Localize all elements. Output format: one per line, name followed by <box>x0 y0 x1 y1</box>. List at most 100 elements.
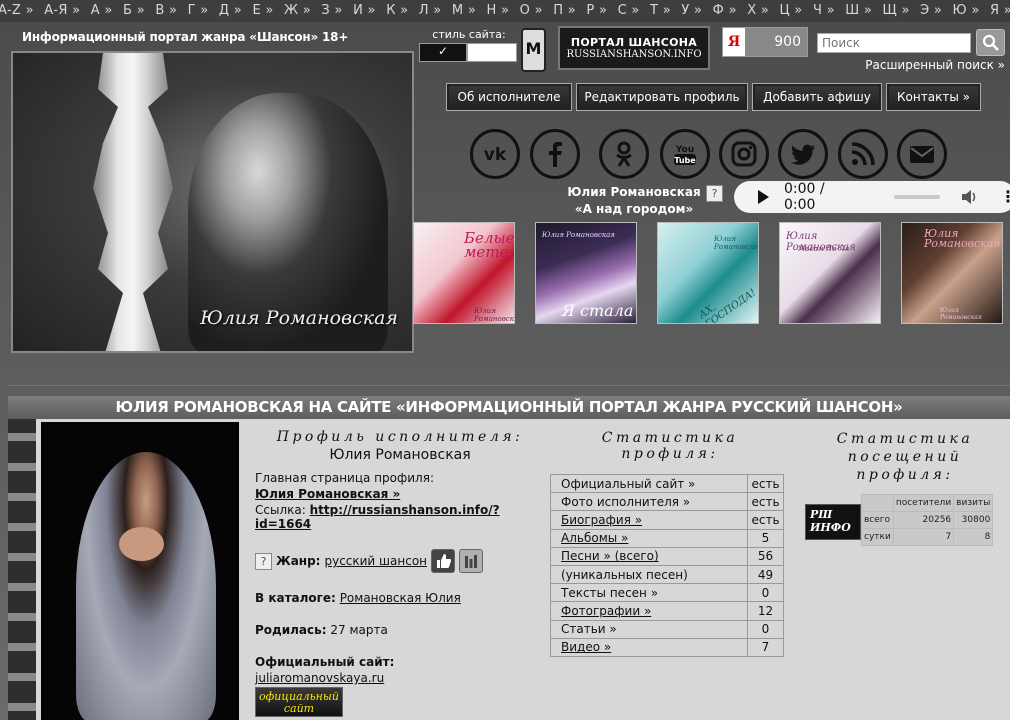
alphabet-letter-link[interactable]: Ц » <box>774 3 807 22</box>
total-visits: 30800 <box>953 511 994 529</box>
audio-player[interactable]: 0:00 / 0:00 ⋮ <box>734 181 1010 213</box>
alphabet-letter-link[interactable]: О » <box>514 3 548 22</box>
stats-value: 7 <box>747 637 784 657</box>
search-input[interactable] <box>817 33 971 53</box>
stats-icon[interactable] <box>459 549 484 573</box>
volume-icon[interactable] <box>962 190 978 204</box>
stats-label[interactable]: (уникальных песен) <box>550 564 748 585</box>
official-site-button[interactable]: официальный сайт <box>255 687 343 717</box>
genre-help-icon[interactable]: ? <box>255 552 272 570</box>
album-artist: Юлия Романовская <box>714 235 759 251</box>
site-title: Информационный портал жанра «Шансон» 18+ <box>22 30 349 44</box>
alphabet-letter-link[interactable]: Я » <box>985 3 1010 22</box>
help-icon[interactable]: ? <box>706 185 723 202</box>
search-button[interactable] <box>976 29 1005 56</box>
stats-label[interactable]: Песни » (всего) <box>550 546 748 566</box>
nav-edit-profile-button[interactable]: Редактировать профиль <box>576 83 748 111</box>
alphabet-letter-link[interactable]: К » <box>381 3 414 22</box>
stats-label[interactable]: Биография » <box>550 510 748 530</box>
nav-about-button[interactable]: Об исполнителе <box>446 83 572 111</box>
alphabet-letter-link[interactable]: А-Я » <box>39 3 86 22</box>
audio-progress-bar[interactable] <box>893 195 940 199</box>
rss-icon[interactable] <box>838 129 888 179</box>
portal-logo[interactable]: ПОРТАЛ ШАНСОНА RUSSIANSHANSON.INFO <box>558 26 710 70</box>
alphabet-letter-link[interactable]: Е » <box>247 3 279 22</box>
alphabet-letter-link[interactable]: Э » <box>915 3 947 22</box>
stats-row: Тексты песен » 0 <box>550 583 784 603</box>
alphabet-letter-link[interactable]: И » <box>348 3 381 22</box>
alphabet-letter-link[interactable]: Б » <box>118 3 150 22</box>
stats-label[interactable]: Фото исполнителя » <box>550 492 748 512</box>
stats-row: Альбомы » 5 <box>550 528 784 548</box>
odnoklassniki-icon[interactable] <box>599 129 649 179</box>
alphabet-letter-link[interactable]: Х » <box>742 3 774 22</box>
alphabet-letter-link[interactable]: A-Z » <box>0 3 39 22</box>
alphabet-letter-link[interactable]: Ж » <box>279 3 316 22</box>
catalog-link[interactable]: Романовская Юлия <box>340 591 461 605</box>
stats-label[interactable]: Тексты песен » <box>550 583 748 603</box>
youtube-icon[interactable]: You Tube <box>660 129 710 179</box>
stats-value: есть <box>747 473 784 494</box>
alphabet-letter-link[interactable]: Л » <box>414 3 447 22</box>
audio-time: 0:00 / 0:00 <box>784 181 825 213</box>
alphabet-letter-link[interactable]: В » <box>150 3 182 22</box>
profile-column: Профиль исполнителя: Юлия Романовская Гл… <box>255 419 545 717</box>
alphabet-letter-link[interactable]: У » <box>676 3 707 22</box>
thumbs-up-icon[interactable] <box>431 549 456 573</box>
genre-link[interactable]: русский шансон <box>324 554 427 568</box>
official-site-link[interactable]: juliaromanovskaya.ru <box>255 671 384 685</box>
alphabet-letter-link[interactable]: Ф » <box>707 3 742 22</box>
stats-table: Официальный сайт » есть Фото исполнителя »… <box>550 473 784 657</box>
main-page-link[interactable]: Юлия Романовская » <box>255 487 400 501</box>
album-cover[interactable]: Белые метели Юлия Романовская <box>413 222 515 324</box>
svg-text:vk: vk <box>484 145 507 165</box>
alphabet-letter-link[interactable]: Д » <box>214 3 248 22</box>
mobile-version-icon[interactable]: M <box>521 28 546 72</box>
alphabet-letter-link[interactable]: Ш » <box>840 3 877 22</box>
stats-value: есть <box>747 492 784 512</box>
album-cover[interactable]: Юлия Романовская Юлия Романовская <box>901 222 1003 324</box>
stats-label[interactable]: Официальный сайт » <box>550 473 748 494</box>
stats-label[interactable]: Фотографии » <box>550 601 748 621</box>
alphabet-letter-link[interactable]: Ю » <box>947 3 984 22</box>
photo-pillar <box>93 53 173 351</box>
yandex-counter[interactable]: Я 900 <box>722 27 808 57</box>
rsh-info-logo[interactable]: РШ ИНФО <box>805 504 861 540</box>
nav-contacts-button[interactable]: Контакты » <box>886 83 981 111</box>
stats-value: есть <box>747 510 784 530</box>
alphabet-letter-link[interactable]: Ч » <box>808 3 840 22</box>
alphabet-letter-link[interactable]: Н » <box>481 3 514 22</box>
alphabet-letter-link[interactable]: Р » <box>581 3 612 22</box>
nav-add-poster-button[interactable]: Добавить афишу <box>752 83 882 111</box>
style-light-option[interactable] <box>467 43 517 62</box>
album-cover[interactable]: Юлия Романовская Мадам Ля-Ля <box>779 222 881 324</box>
album-title: Юлия Романовская <box>924 227 1001 250</box>
alphabet-letter-link[interactable]: Щ » <box>877 3 915 22</box>
vk-icon[interactable]: vk <box>470 129 520 179</box>
stats-label[interactable]: Альбомы » <box>550 528 748 548</box>
alphabet-letter-link[interactable]: Г » <box>182 3 213 22</box>
email-icon[interactable] <box>897 129 947 179</box>
play-icon[interactable] <box>758 190 769 204</box>
album-cover[interactable]: Юлия Романовская АХ, ГОСПОДА! <box>657 222 759 324</box>
alphabet-letter-link[interactable]: М » <box>447 3 482 22</box>
more-options-icon[interactable]: ⋮ <box>1000 189 1010 205</box>
photo-signature: Юлия Романовская <box>200 307 398 329</box>
profile-photo[interactable] <box>41 422 239 720</box>
stats-label[interactable]: Статьи » <box>550 619 748 639</box>
album-cover[interactable]: Юлия Романовская Я стала <box>535 222 637 324</box>
alphabet-letter-link[interactable]: С » <box>612 3 644 22</box>
alphabet-letter-link[interactable]: Т » <box>645 3 676 22</box>
instagram-icon[interactable] <box>719 129 769 179</box>
alphabet-letter-link[interactable]: А » <box>86 3 118 22</box>
svg-text:Tube: Tube <box>674 156 696 165</box>
facebook-icon[interactable] <box>530 129 580 179</box>
total-row-label: всего <box>861 511 894 529</box>
style-dark-option[interactable]: ✓ <box>419 43 467 62</box>
alphabet-letter-link[interactable]: З » <box>316 3 348 22</box>
advanced-search-link[interactable]: Расширенный поиск » <box>865 58 1005 72</box>
twitter-icon[interactable] <box>778 129 828 179</box>
stats-label[interactable]: Видео » <box>550 637 748 657</box>
alphabet-letter-link[interactable]: П » <box>548 3 581 22</box>
album-artist: Юлия Романовская <box>474 307 514 323</box>
